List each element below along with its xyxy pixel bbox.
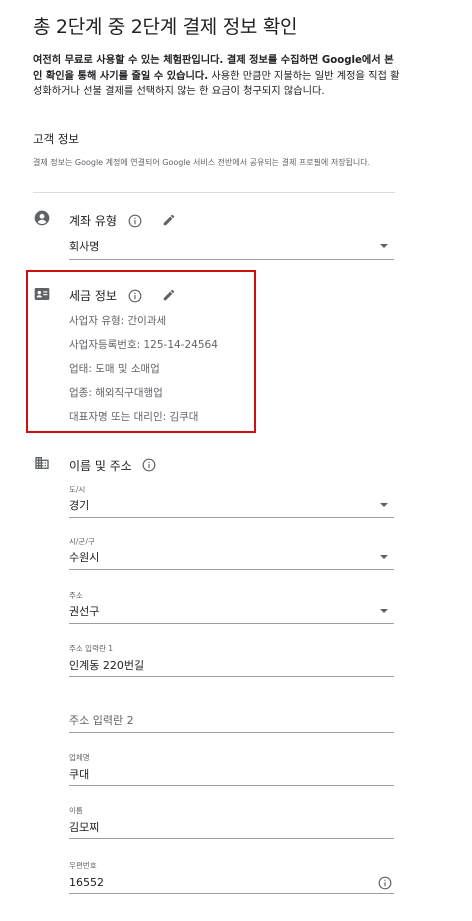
district-select[interactable]: 주소 권선구 [69, 590, 394, 624]
tax-info-label: 세금 정보 [69, 289, 117, 303]
city-label: 시/군/구 [69, 537, 95, 546]
account-type-select[interactable]: 회사명 [69, 234, 394, 260]
company-name-label: 업체명 [69, 753, 90, 762]
field-underline [69, 838, 394, 839]
field-underline [69, 676, 394, 677]
field-underline [69, 732, 394, 733]
province-label: 도/시 [69, 485, 86, 494]
tax-registration-number: 사업자등록번호: 125-14-24564 [69, 339, 218, 351]
city-select[interactable]: 시/군/구 수원시 [69, 536, 394, 570]
postal-code-input[interactable]: 우편번호 16552 [69, 860, 394, 894]
postal-code-label: 우편번호 [69, 861, 97, 870]
city-value: 수원시 [69, 551, 100, 564]
field-underline [69, 569, 394, 570]
account-type-value: 회사명 [69, 240, 100, 253]
dropdown-caret-icon [380, 555, 388, 559]
dropdown-caret-icon [380, 609, 388, 613]
address-line2-placeholder: 주소 입력란 2 [69, 714, 134, 727]
address-line2-input[interactable]: 주소 입력란 2 [69, 707, 394, 733]
field-underline [69, 259, 394, 260]
field-underline [69, 785, 394, 786]
info-icon[interactable] [128, 213, 142, 228]
address-line1-label: 주소 입력란 1 [69, 644, 114, 653]
name-address-label: 이름 및 주소 [69, 459, 132, 473]
person-name-value: 김모찌 [69, 821, 100, 834]
edit-pencil-icon[interactable] [162, 287, 176, 301]
section-divider [33, 192, 395, 193]
address-line1-value: 인계동 220번길 [69, 659, 145, 672]
info-icon[interactable] [142, 457, 156, 472]
building-icon [34, 455, 52, 473]
company-name-value: 쿠대 [69, 768, 90, 781]
tax-business-item: 업종: 해외직구대행업 [69, 387, 163, 399]
customer-info-subtext: 결제 정보는 Google 계정에 연결되어 Google 서비스 전반에서 공… [33, 158, 371, 167]
info-icon[interactable] [378, 875, 392, 890]
page-title: 총 2단계 중 2단계 결제 정보 확인 [33, 16, 298, 38]
id-card-icon [34, 286, 52, 304]
district-label: 주소 [69, 591, 83, 600]
intro-text: 여전히 무료로 사용할 수 있는 체험판입니다. 결제 정보를 수집하면 Goo… [33, 53, 401, 100]
postal-code-value: 16552 [69, 876, 104, 889]
person-name-input[interactable]: 이름 김모찌 [69, 805, 394, 839]
dropdown-caret-icon [380, 503, 388, 507]
province-value: 경기 [69, 499, 90, 512]
dropdown-caret-icon [380, 244, 388, 248]
province-select[interactable]: 도/시 경기 [69, 484, 394, 518]
person-name-label: 이름 [69, 806, 83, 815]
customer-info-heading: 고객 정보 [33, 132, 79, 146]
info-icon[interactable] [128, 288, 142, 303]
tax-business-type: 사업자 유형: 간이과세 [69, 315, 167, 327]
field-underline [69, 517, 394, 518]
address-line1-input[interactable]: 주소 입력란 1 인계동 220번길 [69, 643, 394, 677]
field-underline [69, 893, 394, 894]
field-underline [69, 623, 394, 624]
edit-pencil-icon[interactable] [162, 212, 176, 226]
tax-representative: 대표자명 또는 대리인: 김쿠대 [69, 411, 199, 423]
tax-business-category: 업태: 도매 및 소매업 [69, 363, 160, 375]
account-type-label: 계좌 유형 [69, 214, 117, 228]
account-circle-icon [34, 210, 52, 228]
district-value: 권선구 [69, 605, 100, 618]
company-name-input[interactable]: 업체명 쿠대 [69, 752, 394, 786]
